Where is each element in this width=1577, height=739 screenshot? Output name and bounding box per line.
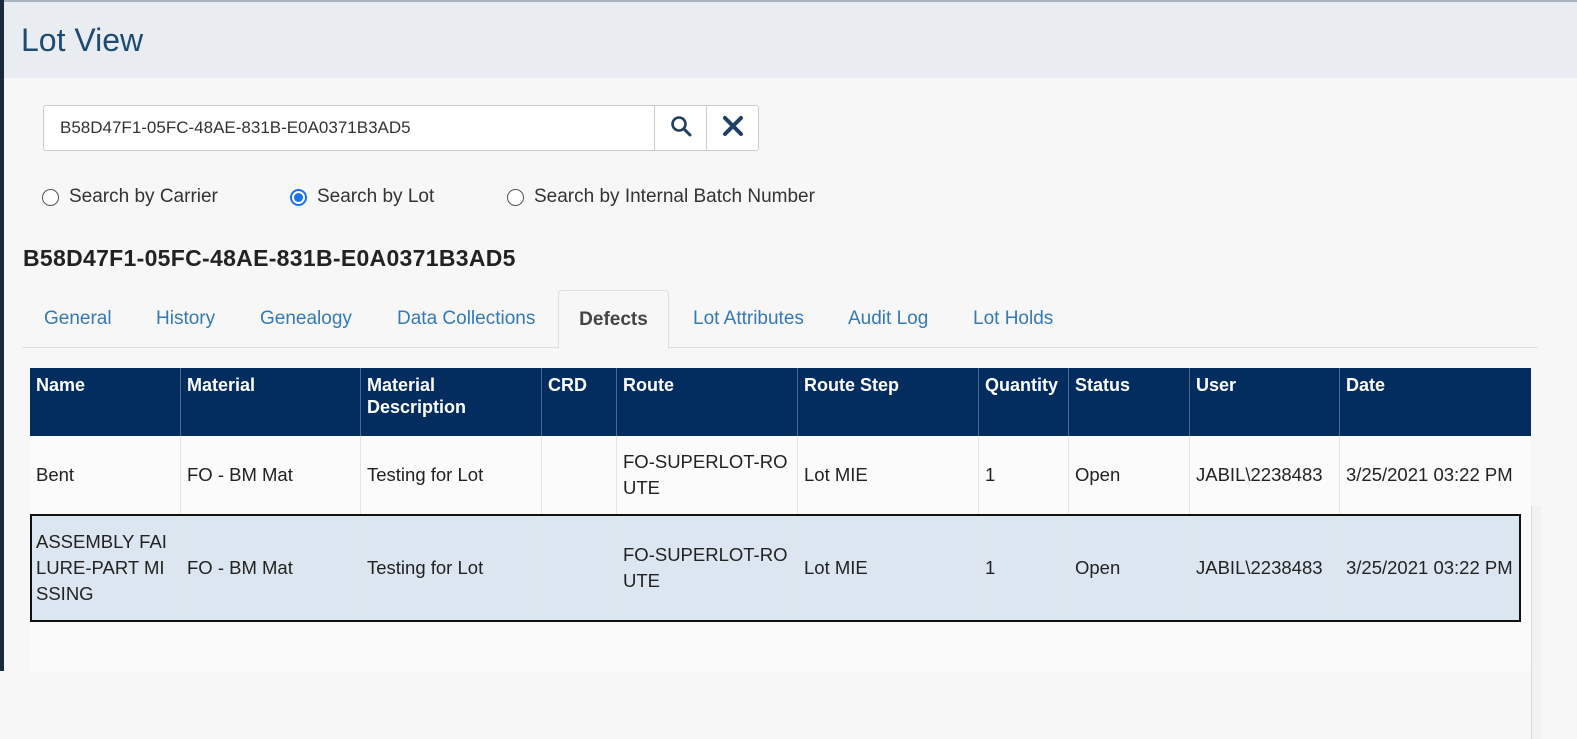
close-icon bbox=[722, 115, 744, 142]
cell-material-description: Testing for Lot bbox=[361, 436, 542, 514]
column-header-status[interactable]: Status bbox=[1069, 368, 1190, 436]
window-left-border bbox=[0, 0, 4, 671]
cell-route-step: Lot MIE bbox=[798, 436, 979, 514]
column-header-crd[interactable]: CRD bbox=[542, 368, 617, 436]
table-row-selected[interactable]: ASSEMBLY FAILURE-PART MISSING FO - BM Ma… bbox=[30, 514, 1521, 622]
cell-name: Bent bbox=[30, 436, 181, 514]
column-header-user[interactable]: User bbox=[1190, 368, 1340, 436]
radio-button[interactable] bbox=[507, 188, 524, 206]
cell-quantity: 1 bbox=[979, 436, 1069, 514]
lot-id-heading: B58D47F1-05FC-48AE-831B-E0A0371B3AD5 bbox=[23, 245, 516, 271]
search-input[interactable] bbox=[44, 106, 654, 150]
cell-crd bbox=[542, 514, 617, 622]
search-icon bbox=[670, 115, 692, 142]
tab-lot-attributes[interactable]: Lot Attributes bbox=[693, 290, 804, 348]
cell-route: FO-SUPERLOT-ROUTE bbox=[617, 436, 798, 514]
tab-lot-holds[interactable]: Lot Holds bbox=[973, 290, 1053, 348]
cell-material: FO - BM Mat bbox=[181, 436, 361, 514]
tab-bar: General History Genealogy Data Collectio… bbox=[22, 290, 1538, 349]
cell-route-step: Lot MIE bbox=[798, 514, 979, 622]
cell-material: FO - BM Mat bbox=[181, 514, 361, 622]
page-header: Lot View bbox=[4, 2, 1577, 78]
column-header-material-description[interactable]: Material Description bbox=[361, 368, 542, 436]
cell-date: 3/25/2021 03:22 PM bbox=[1346, 557, 1513, 578]
column-header-date[interactable]: Date bbox=[1340, 368, 1531, 436]
search-button[interactable] bbox=[654, 106, 706, 150]
tab-general[interactable]: General bbox=[44, 290, 112, 348]
cell-status: Open bbox=[1069, 514, 1190, 622]
cell-quantity: 1 bbox=[979, 514, 1069, 622]
radio-button[interactable] bbox=[290, 188, 307, 206]
cell-user: JABIL\2238483 bbox=[1190, 514, 1340, 622]
radio-label: Search by Carrier bbox=[69, 186, 218, 207]
column-header-material[interactable]: Material bbox=[181, 368, 361, 436]
cell-crd bbox=[542, 436, 617, 514]
column-header-name[interactable]: Name bbox=[30, 368, 181, 436]
tab-defects[interactable]: Defects bbox=[558, 290, 669, 349]
cell-date: 3/25/2021 03:22 PM bbox=[1346, 464, 1513, 485]
tab-audit-log[interactable]: Audit Log bbox=[848, 290, 928, 348]
column-header-quantity[interactable]: Quantity bbox=[979, 368, 1069, 436]
radio-label: Search by Lot bbox=[317, 186, 435, 207]
radio-search-by-lot[interactable]: Search by Lot bbox=[290, 186, 434, 208]
column-header-route[interactable]: Route bbox=[617, 368, 798, 436]
table-scrollbar[interactable] bbox=[1531, 506, 1541, 739]
cell-status: Open bbox=[1069, 436, 1190, 514]
page-title: Lot View bbox=[21, 22, 144, 58]
table-body: Bent FO - BM Mat Testing for Lot FO-SUPE… bbox=[30, 436, 1541, 739]
column-header-route-step[interactable]: Route Step bbox=[798, 368, 979, 436]
cell-route: FO-SUPERLOT-ROUTE bbox=[617, 514, 798, 622]
table-header: Name Material Material Description CRD R… bbox=[30, 368, 1531, 436]
radio-button[interactable] bbox=[42, 188, 59, 206]
search-box bbox=[43, 105, 759, 151]
radio-search-by-internal-batch[interactable]: Search by Internal Batch Number bbox=[507, 186, 815, 208]
radio-search-by-carrier[interactable]: Search by Carrier bbox=[42, 186, 218, 208]
cell-user: JABIL\2238483 bbox=[1190, 436, 1340, 514]
clear-button[interactable] bbox=[706, 106, 758, 150]
defects-table: Name Material Material Description CRD R… bbox=[30, 368, 1541, 739]
tab-genealogy[interactable]: Genealogy bbox=[260, 290, 352, 348]
tab-data-collections[interactable]: Data Collections bbox=[397, 290, 535, 348]
cell-name: ASSEMBLY FAILURE-PART MISSING bbox=[30, 514, 181, 622]
table-row[interactable]: Bent FO - BM Mat Testing for Lot FO-SUPE… bbox=[30, 436, 1531, 514]
cell-material-description: Testing for Lot bbox=[361, 514, 542, 622]
radio-label: Search by Internal Batch Number bbox=[534, 186, 815, 207]
tab-history[interactable]: History bbox=[156, 290, 215, 348]
